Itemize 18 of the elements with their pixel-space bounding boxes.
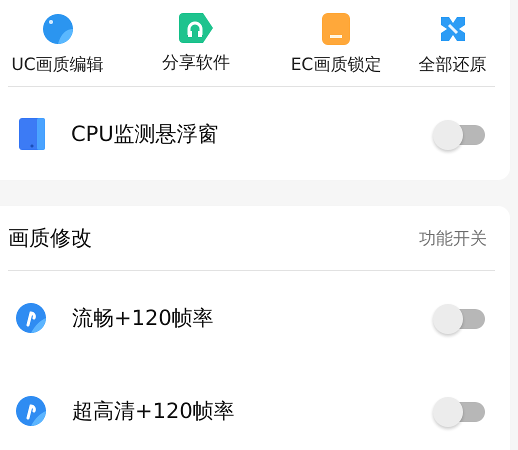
tool-button[interactable]: 分享软件 — [115, 13, 277, 86]
section-title: 画质修改 — [8, 225, 93, 252]
option-label: 流畅+120帧率 — [72, 304, 215, 332]
column-label: 功能开关 — [419, 228, 487, 250]
toggle-switch[interactable] — [433, 304, 485, 332]
toggle-switch[interactable] — [433, 120, 485, 148]
tool-button[interactable]: EC画质锁定 — [277, 13, 395, 86]
p-logo-icon — [16, 302, 46, 332]
sphere-icon — [42, 13, 74, 45]
p-logo-icon — [16, 396, 46, 426]
phone-icon — [19, 118, 45, 150]
option-label: 超高清+120帧率 — [72, 398, 236, 424]
headset-icon — [179, 13, 213, 43]
tool-button[interactable]: UC画质编辑 — [0, 13, 115, 86]
toggle-switch[interactable] — [433, 396, 485, 424]
note-icon — [322, 13, 350, 45]
option-label: CPU监测悬浮窗 — [71, 120, 220, 148]
tool-button[interactable]: 全部还原 — [395, 13, 510, 86]
